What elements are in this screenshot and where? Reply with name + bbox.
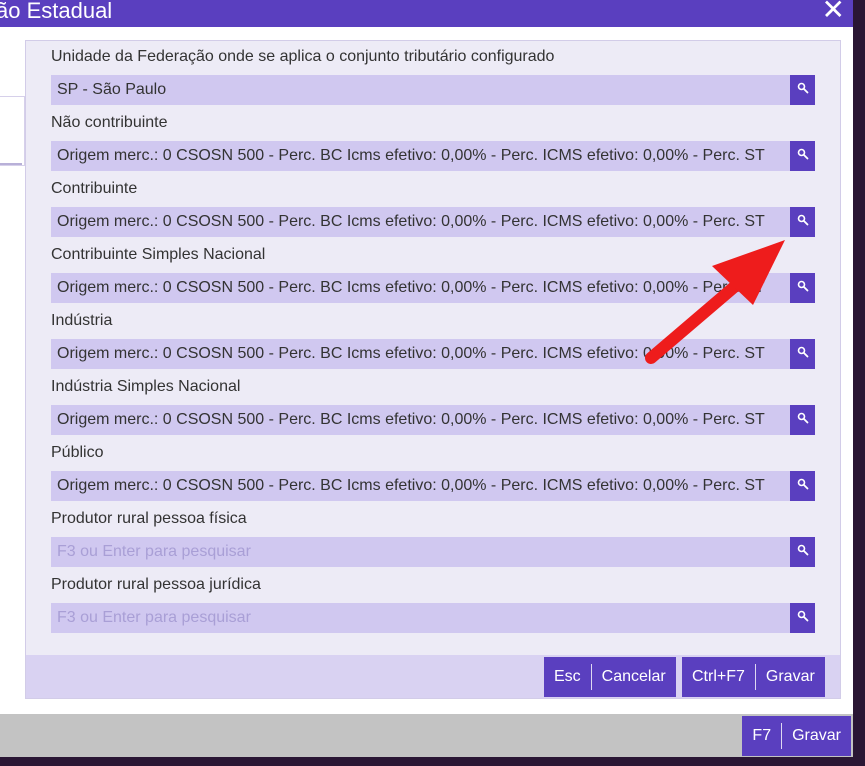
field-label: Indústria xyxy=(51,312,113,329)
search-icon[interactable] xyxy=(790,339,815,369)
search-icon[interactable] xyxy=(790,207,815,237)
lookup-field[interactable]: Origem merc.: 0 CSOSN 500 - Perc. BC Icm… xyxy=(51,471,815,501)
save-button[interactable]: Ctrl+F7 Gravar xyxy=(682,657,825,697)
lookup-value[interactable]: Origem merc.: 0 CSOSN 500 - Perc. BC Icm… xyxy=(57,207,787,237)
outer-footer: F7 Gravar xyxy=(0,714,853,757)
window-title: ão Estadual xyxy=(0,0,113,23)
search-icon-glyph xyxy=(797,478,808,490)
field-label: Unidade da Federação onde se aplica o co… xyxy=(51,48,555,65)
button-divider xyxy=(781,723,783,749)
lookup-field[interactable]: SP - São Paulo xyxy=(51,75,815,105)
outer-save-button[interactable]: F7 Gravar xyxy=(742,716,851,756)
outer-save-shortcut: F7 xyxy=(752,727,772,744)
search-icon[interactable] xyxy=(790,471,815,501)
lookup-value[interactable]: Origem merc.: 0 CSOSN 500 - Perc. BC Icm… xyxy=(57,405,787,435)
save-label: Gravar xyxy=(765,668,815,685)
save-shortcut: Ctrl+F7 xyxy=(692,668,745,685)
cancel-button[interactable]: Esc Cancelar xyxy=(544,657,676,697)
lookup-value[interactable]: Origem merc.: 0 CSOSN 500 - Perc. BC Icm… xyxy=(57,141,787,171)
lookup-value[interactable]: SP - São Paulo xyxy=(57,75,787,105)
button-divider xyxy=(754,664,756,690)
window-edge-bottom xyxy=(0,757,865,766)
lookup-field[interactable]: Origem merc.: 0 CSOSN 500 - Perc. BC Icm… xyxy=(51,141,815,171)
search-icon-glyph xyxy=(797,82,808,94)
window-titlebar: ão Estadual ✕ xyxy=(0,0,853,27)
lookup-field[interactable]: Origem merc.: 0 CSOSN 500 - Perc. BC Icm… xyxy=(51,405,815,435)
lookup-value[interactable]: Origem merc.: 0 CSOSN 500 - Perc. BC Icm… xyxy=(57,339,787,369)
search-icon-glyph xyxy=(797,544,808,556)
lookup-field[interactable]: F3 ou Enter para pesquisar xyxy=(51,603,815,633)
search-icon-glyph xyxy=(797,346,808,358)
field-label: Indústria Simples Nacional xyxy=(51,378,241,395)
field-label: Contribuinte xyxy=(51,180,138,197)
search-icon-glyph xyxy=(797,412,808,424)
cancel-label: Cancelar xyxy=(601,668,666,685)
field-label: Não contribuinte xyxy=(51,114,168,131)
background-card-underline xyxy=(0,163,22,165)
field-label: Contribuinte Simples Nacional xyxy=(51,246,266,263)
search-icon[interactable] xyxy=(790,75,815,105)
fields-panel: Unidade da Federação onde se aplica o co… xyxy=(26,41,840,655)
search-icon[interactable] xyxy=(790,141,815,171)
cancel-shortcut: Esc xyxy=(554,668,581,685)
lookup-field[interactable]: F3 ou Enter para pesquisar xyxy=(51,537,815,567)
field-label: Produtor rural pessoa física xyxy=(51,510,247,527)
lookup-field[interactable]: Origem merc.: 0 CSOSN 500 - Perc. BC Icm… xyxy=(51,207,815,237)
search-icon[interactable] xyxy=(790,603,815,633)
lookup-placeholder[interactable]: F3 ou Enter para pesquisar xyxy=(57,603,787,633)
lookup-field[interactable]: Origem merc.: 0 CSOSN 500 - Perc. BC Icm… xyxy=(51,339,815,369)
search-icon-glyph xyxy=(797,610,808,622)
lookup-value[interactable]: Origem merc.: 0 CSOSN 500 - Perc. BC Icm… xyxy=(57,273,787,303)
lookup-value[interactable]: Origem merc.: 0 CSOSN 500 - Perc. BC Icm… xyxy=(57,471,787,501)
field-label: Público xyxy=(51,444,104,461)
search-icon[interactable] xyxy=(790,405,815,435)
search-icon[interactable] xyxy=(790,537,815,567)
search-icon-glyph xyxy=(797,280,808,292)
search-icon[interactable] xyxy=(790,273,815,303)
window-edge xyxy=(853,0,865,766)
outer-save-label: Gravar xyxy=(792,727,841,744)
lookup-placeholder[interactable]: F3 ou Enter para pesquisar xyxy=(57,537,787,567)
button-divider xyxy=(590,664,592,690)
background-card xyxy=(0,96,25,166)
field-label: Produtor rural pessoa jurídica xyxy=(51,576,261,593)
search-icon-glyph xyxy=(797,148,808,160)
dialog-footer: Esc Cancelar Ctrl+F7 Gravar xyxy=(26,655,840,698)
tax-config-dialog: Unidade da Federação onde se aplica o co… xyxy=(25,40,841,699)
search-icon-glyph xyxy=(797,214,808,226)
close-icon[interactable]: ✕ xyxy=(822,0,845,24)
lookup-field[interactable]: Origem merc.: 0 CSOSN 500 - Perc. BC Icm… xyxy=(51,273,815,303)
